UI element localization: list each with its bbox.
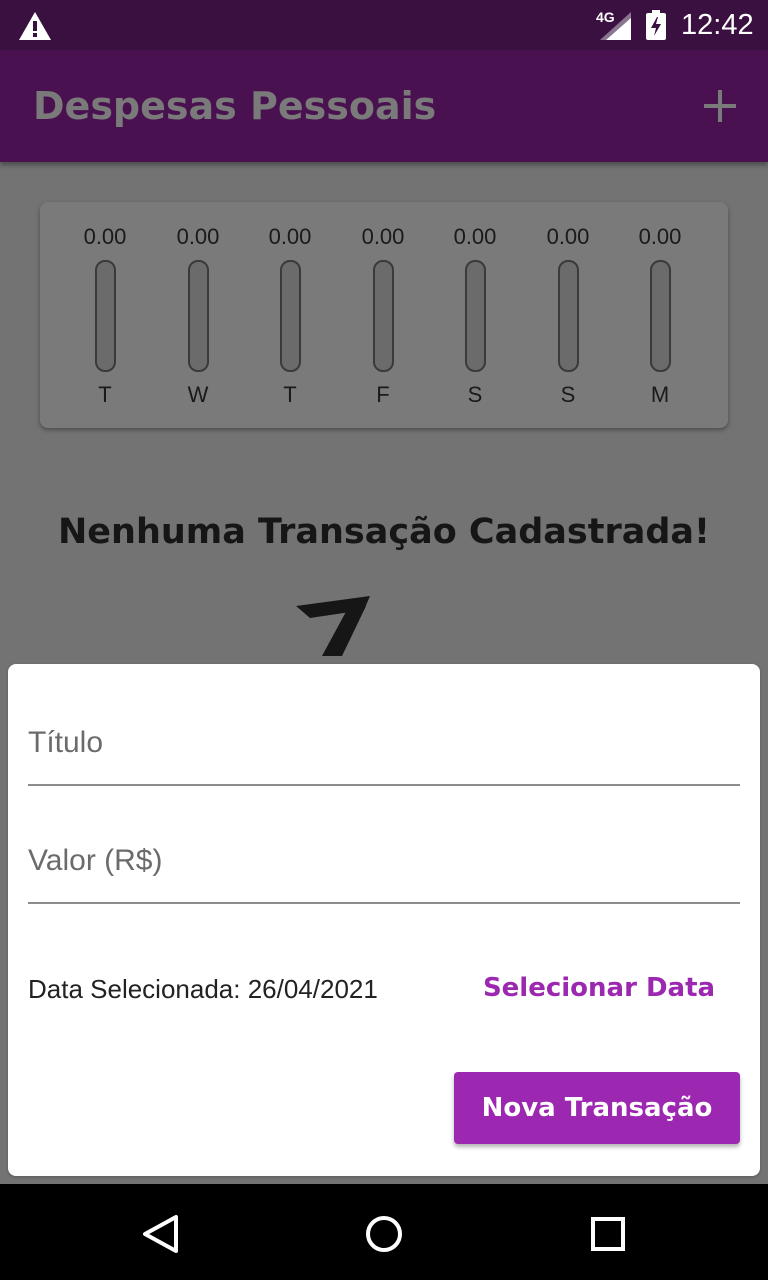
chart-bar-column: 0.00 T [60,202,150,428]
chart-bar-column: 0.00 T [245,202,335,428]
chart-amount-label: 0.00 [268,224,312,249]
chart-day-label: T [98,382,112,407]
signal-icon [600,12,631,40]
app-title: Despesas Pessoais [33,84,437,128]
chart-bar [465,260,486,372]
chart-day-label: M [650,382,670,407]
home-icon[interactable] [360,1210,408,1258]
clock: 12:42 [681,9,754,41]
navigation-bar [0,1184,768,1280]
chart-amount-label: 0.00 [361,224,405,249]
chart-bar [373,260,394,372]
chart-amount-label: 0.00 [453,224,497,249]
new-transaction-button[interactable]: Nova Transação [454,1072,740,1144]
title-field-wrapper [28,726,740,786]
weekly-chart: 0.00 T 0.00 W 0.00 T 0.00 F 0.00 S 0.00 S 0.00 M [40,202,728,428]
selected-date-label: Data Selecionada: 26/04/2021 [28,974,378,1004]
value-input[interactable] [28,844,740,904]
chart-day-label: T [283,382,297,407]
chart-amount-label: 0.00 [546,224,590,249]
transaction-form: Data Selecionada: 26/04/2021 Selecionar … [8,664,760,1176]
recents-icon[interactable] [584,1210,632,1258]
empty-state-image [296,596,370,656]
chart-day-label: W [187,382,209,407]
status-bar: 4G 12:42 [0,0,768,50]
bottom-sheet: Data Selecionada: 26/04/2021 Selecionar … [0,656,768,1184]
back-icon[interactable] [136,1210,184,1258]
select-date-button[interactable]: Selecionar Data [476,960,722,1016]
chart-amount-label: 0.00 [176,224,220,249]
chart-bar [188,260,209,372]
chart-bar [558,260,579,372]
plus-icon[interactable] [702,88,738,124]
chart-bar [280,260,301,372]
chart-bar-column: 0.00 S [523,202,613,428]
chart-amount-label: 0.00 [638,224,682,249]
chart-amount-label: 0.00 [83,224,127,249]
chart-day-label: S [467,382,483,407]
title-input[interactable] [28,726,740,786]
chart-bar-column: 0.00 M [615,202,705,428]
chart-bar-column: 0.00 S [430,202,520,428]
chart-bar [95,260,116,372]
warning-icon [19,12,51,40]
battery-charging-icon [646,10,666,40]
chart-bar-column: 0.00 F [338,202,428,428]
chart-day-label: F [376,382,390,407]
chart-day-label: S [560,382,576,407]
chart-bar-column: 0.00 W [153,202,243,428]
empty-state-message: Nenhuma Transação Cadastrada! [58,512,710,552]
value-field-wrapper [28,844,740,904]
chart-bar [650,260,671,372]
